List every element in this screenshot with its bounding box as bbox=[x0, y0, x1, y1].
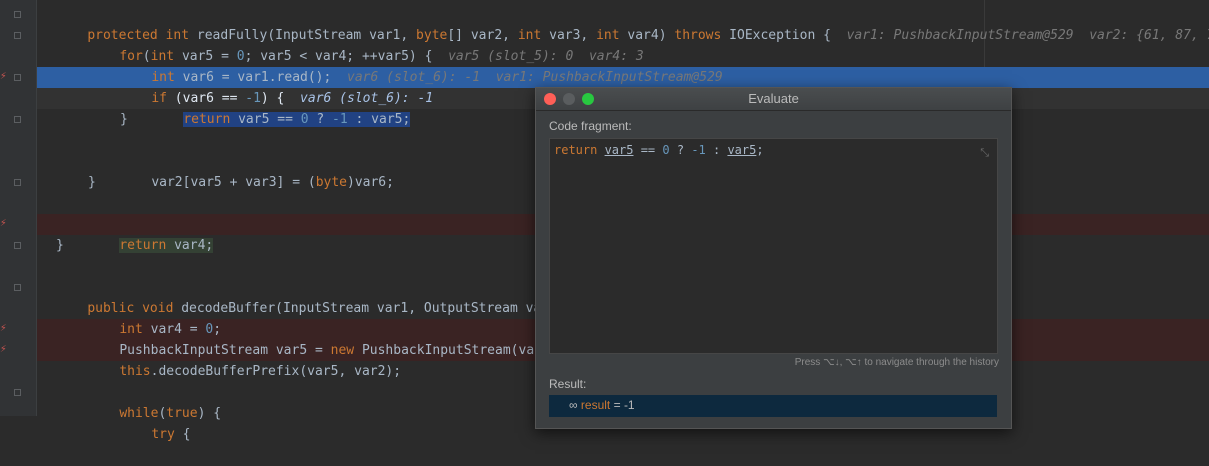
fold-marker[interactable] bbox=[14, 116, 21, 123]
selected-expression: return var5 == 0 ? -1 : var5; bbox=[183, 112, 411, 127]
breakpoint-icon[interactable]: ⚡ bbox=[0, 343, 8, 355]
code-line: return var5 == 0 ? -1 : var5; bbox=[152, 88, 411, 127]
code-line: public void decodeBuffer(InputStream var… bbox=[87, 301, 557, 316]
evaluate-dialog[interactable]: Evaluate Code fragment: return var5 == 0… bbox=[535, 87, 1012, 429]
code-line: this.decodeBufferPrefix(var5, var2); bbox=[119, 364, 402, 379]
code-line: } bbox=[88, 175, 96, 190]
dialog-titlebar[interactable]: Evaluate bbox=[536, 88, 1011, 111]
fold-marker[interactable] bbox=[14, 32, 21, 39]
inline-debug-value: var1: PushbackInputStream@529 var2: {61,… bbox=[846, 28, 1209, 43]
fold-marker[interactable] bbox=[14, 389, 21, 396]
result-label: Result: bbox=[549, 377, 587, 391]
editor-gutter[interactable]: ⚡ ⚡ ⚡ ⚡ bbox=[0, 0, 37, 416]
breakpoint-icon[interactable]: ⚡ bbox=[0, 217, 8, 229]
code-fragment-label: Code fragment: bbox=[549, 119, 632, 133]
fold-marker[interactable] bbox=[14, 74, 21, 81]
breakpoint-icon[interactable]: ⚡ bbox=[0, 70, 8, 82]
result-value: -1 bbox=[623, 398, 635, 412]
code-line: } bbox=[56, 238, 64, 253]
fold-marker[interactable] bbox=[14, 179, 21, 186]
fold-marker[interactable] bbox=[14, 242, 21, 249]
code-line: } bbox=[120, 112, 128, 127]
code-line: PushbackInputStream var5 = new PushbackI… bbox=[119, 343, 558, 358]
fold-marker[interactable] bbox=[14, 11, 21, 18]
code-line: protected int readFully(InputStream var1… bbox=[56, 4, 1209, 43]
code-fragment-input[interactable]: return var5 == 0 ? -1 : var5; ⤡ bbox=[549, 138, 998, 354]
code-line: var2[var5 + var3] = (byte)var6; bbox=[151, 175, 394, 190]
history-hint: Press ⌥↓, ⌥↑ to navigate through the his… bbox=[794, 357, 999, 368]
breakpoint-icon[interactable]: ⚡ bbox=[0, 322, 8, 334]
dialog-title: Evaluate bbox=[748, 91, 799, 106]
code-line: while(true) { bbox=[119, 406, 222, 421]
result-name: result bbox=[580, 398, 611, 412]
code-line: int var4 = 0; bbox=[119, 322, 222, 337]
collapse-icon[interactable]: ⤡ bbox=[980, 147, 989, 160]
code-line: if (var6 == -1) { var6 (slot_6): -1 bbox=[151, 91, 434, 106]
watch-icon: ∞ bbox=[569, 398, 578, 412]
code-line: try { bbox=[151, 427, 191, 442]
code-line: int var6 = var1.read(); var6 (slot_6): -… bbox=[151, 70, 723, 85]
result-row[interactable]: ∞ result = -1 bbox=[549, 395, 997, 417]
code-line: return var4; bbox=[119, 238, 214, 253]
fold-marker[interactable] bbox=[14, 284, 21, 291]
code-line: for(int var5 = 0; var5 < var4; ++var5) {… bbox=[119, 49, 644, 64]
